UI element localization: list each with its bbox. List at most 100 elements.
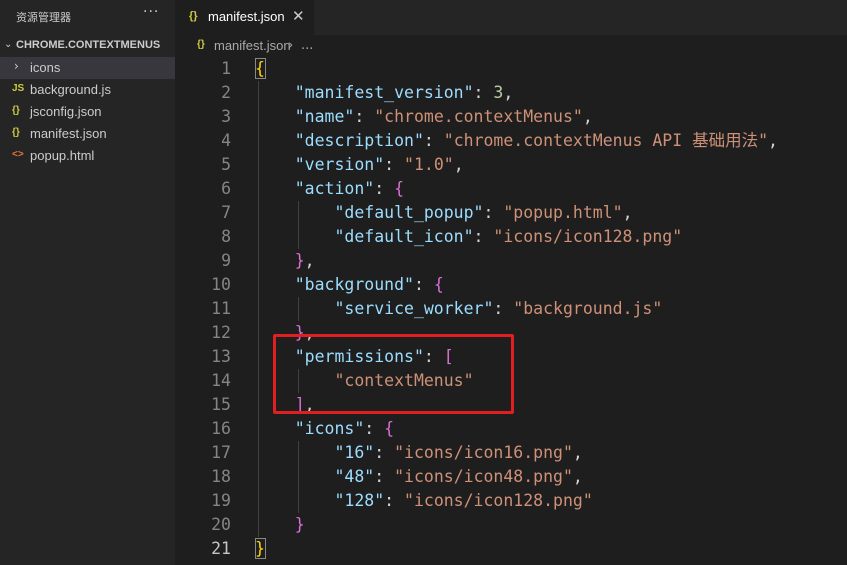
code-text: "version": "1.0",: [255, 153, 464, 177]
file-item-jsconfig-json[interactable]: {} jsconfig.json: [0, 101, 175, 123]
json-file-icon: {}: [189, 10, 198, 22]
line-number: 12: [211, 323, 231, 342]
code-line: 4 "description": "chrome.contextMenus AP…: [175, 129, 847, 153]
line-number: 18: [211, 467, 231, 486]
code-token: "icons/icon48.png": [394, 467, 573, 486]
bracket-match-highlight: [255, 58, 266, 79]
code-token: "background": [255, 275, 414, 294]
code-text: "16": "icons/icon16.png",: [255, 441, 583, 465]
code-token: "service_worker": [255, 299, 494, 318]
code-token: "chrome.contextMenus": [374, 107, 583, 126]
tab-manifest-json[interactable]: {} manifest.json ✕: [175, 0, 314, 35]
code-text: "128": "icons/icon128.png": [255, 489, 593, 513]
file-item-popup-html[interactable]: <> popup.html: [0, 145, 175, 167]
code-line: 11 "service_worker": "background.js": [175, 297, 847, 321]
code-line: 17 "16": "icons/icon16.png",: [175, 441, 847, 465]
code-line: 8 "default_icon": "icons/icon128.png": [175, 225, 847, 249]
line-number: 7: [221, 203, 231, 222]
line-number: 1: [221, 59, 231, 78]
code-line: 20 }: [175, 513, 847, 537]
file-item-background-js[interactable]: JS background.js: [0, 79, 175, 101]
line-number: 15: [211, 395, 231, 414]
code-token: "128": [255, 491, 385, 510]
editor-tab-bar: {} manifest.json ✕: [175, 0, 847, 35]
chevron-down-icon: ⌄: [4, 39, 13, 50]
breadcrumb: {} manifest.json › ...: [175, 35, 847, 57]
code-text: "48": "icons/icon48.png",: [255, 465, 582, 489]
line-number: 9: [221, 251, 231, 270]
close-icon[interactable]: ✕: [292, 7, 305, 25]
line-number: 17: [211, 443, 231, 462]
line-number: 5: [221, 155, 231, 174]
code-token: ,: [572, 443, 583, 462]
code-token: :: [364, 419, 385, 438]
js-file-icon: JS: [12, 83, 25, 94]
line-number: 13: [211, 347, 231, 366]
code-token: {: [433, 275, 444, 294]
line-number: 3: [221, 107, 231, 126]
file-item-label: icons: [30, 60, 61, 75]
workspace-folder-label: CHROME.CONTEXTMENUS: [16, 39, 161, 51]
file-item-label: popup.html: [30, 148, 95, 163]
code-line: 10 "background": {: [175, 273, 847, 297]
code-token: :: [374, 179, 395, 198]
code-token: {: [394, 179, 405, 198]
code-text: }: [255, 513, 305, 537]
file-item-label: jsconfig.json: [30, 104, 102, 119]
code-line: 7 "default_popup": "popup.html",: [175, 201, 847, 225]
indent-guide: [298, 201, 299, 249]
file-item-label: manifest.json: [30, 126, 107, 141]
code-token: "default_popup": [255, 203, 484, 222]
code-line: 16 "icons": {: [175, 417, 847, 441]
code-token: "icons/icon128.png": [404, 491, 593, 510]
code-text: "description": "chrome.contextMenus API …: [255, 129, 778, 153]
code-line: 6 "action": {: [175, 177, 847, 201]
code-token: "name": [255, 107, 355, 126]
tab-label: manifest.json: [208, 9, 285, 24]
code-token: }: [255, 251, 305, 270]
code-text: "default_popup": "popup.html",: [255, 201, 633, 225]
chevron-right-icon: ›: [14, 59, 19, 73]
code-token: "version": [255, 155, 385, 174]
code-text: "icons": {: [255, 417, 394, 441]
code-token: "popup.html": [503, 203, 623, 222]
code-line: 9 },: [175, 249, 847, 273]
code-token: {: [384, 419, 395, 438]
code-token: ,: [453, 155, 464, 174]
code-line: 18 "48": "icons/icon48.png",: [175, 465, 847, 489]
indent-guide: [298, 297, 299, 321]
code-token: "16": [255, 443, 375, 462]
line-number: 4: [221, 131, 231, 150]
code-token: :: [473, 227, 494, 246]
code-token: "48": [255, 467, 375, 486]
code-token: :: [423, 131, 444, 150]
code-token: :: [413, 275, 434, 294]
json-file-icon: {}: [12, 127, 20, 138]
line-number: 10: [211, 275, 231, 294]
code-token: :: [384, 155, 405, 174]
breadcrumb-symbols[interactable]: ...: [301, 38, 313, 53]
workspace-folder[interactable]: ⌄ CHROME.CONTEXTMENUS: [0, 35, 175, 57]
code-token: "description": [255, 131, 424, 150]
breadcrumb-file[interactable]: manifest.json: [214, 38, 291, 53]
code-token: ,: [503, 83, 514, 102]
file-item-manifest-json[interactable]: {} manifest.json: [0, 123, 175, 145]
code-token: 3: [493, 83, 504, 102]
code-line: 3 "name": "chrome.contextMenus",: [175, 105, 847, 129]
code-token: :: [384, 491, 405, 510]
file-item-icons[interactable]: › icons: [0, 57, 175, 79]
code-token: "manifest_version": [255, 83, 474, 102]
line-number: 16: [211, 419, 231, 438]
code-token: "background.js": [513, 299, 663, 318]
code-token: ,: [622, 203, 633, 222]
code-line: 5 "version": "1.0",: [175, 153, 847, 177]
code-text: "service_worker": "background.js": [255, 297, 662, 321]
file-item-label: background.js: [30, 82, 111, 97]
code-token: "chrome.contextMenus API 基础用法": [443, 131, 769, 150]
code-token: :: [374, 467, 395, 486]
json-file-icon: {}: [12, 105, 20, 116]
code-text: "default_icon": "icons/icon128.png": [255, 225, 682, 249]
code-editor[interactable]: 1{2 "manifest_version": 3, 3 "name": "chr…: [175, 57, 847, 565]
more-actions-icon[interactable]: ···: [143, 4, 159, 20]
code-line: 2 "manifest_version": 3,: [175, 81, 847, 105]
